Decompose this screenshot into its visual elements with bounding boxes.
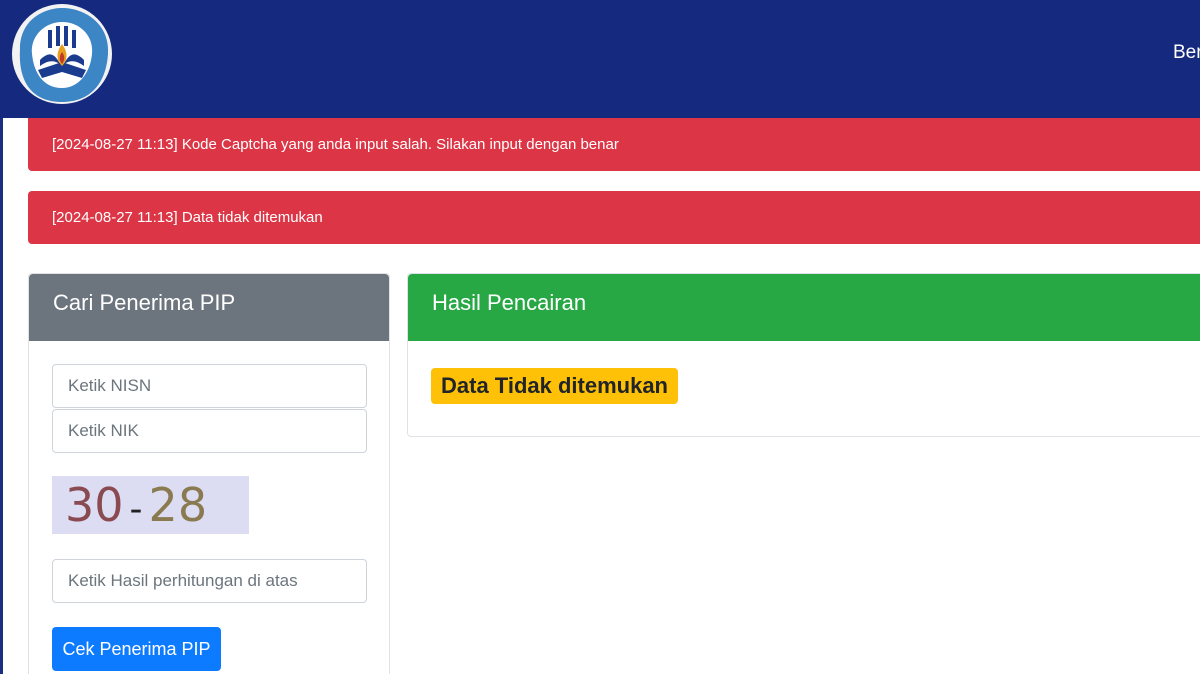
nik-input[interactable]: [52, 409, 367, 453]
page-left-border: [0, 118, 3, 674]
alert-captcha-error: [2024-08-27 11:13] Kode Captcha yang and…: [28, 118, 1200, 171]
result-card: Hasil Pencairan Data Tidak ditemukan: [407, 273, 1200, 437]
captcha-left-number: 30: [65, 478, 124, 532]
search-card-title: Cari Penerima PIP: [29, 274, 389, 341]
tut-wuri-handayani-logo[interactable]: [10, 4, 114, 108]
result-card-title: Hasil Pencairan: [408, 274, 1200, 341]
nisn-input[interactable]: [52, 364, 367, 408]
captcha-answer-input[interactable]: [52, 559, 367, 603]
captcha-image: 30-28: [52, 476, 249, 534]
alert-data-not-found: [2024-08-27 11:13] Data tidak ditemukan: [28, 191, 1200, 244]
captcha-right-number: 28: [148, 478, 208, 532]
captcha-operator: -: [129, 489, 143, 530]
check-recipient-button[interactable]: Cek Penerima PIP: [52, 627, 221, 671]
not-found-badge: Data Tidak ditemukan: [431, 368, 678, 404]
nav-link-beranda[interactable]: Ber: [1173, 42, 1200, 64]
search-card: Cari Penerima PIP 30-28 Cek Penerima PIP: [28, 273, 390, 674]
top-navbar: Ber: [0, 0, 1200, 118]
